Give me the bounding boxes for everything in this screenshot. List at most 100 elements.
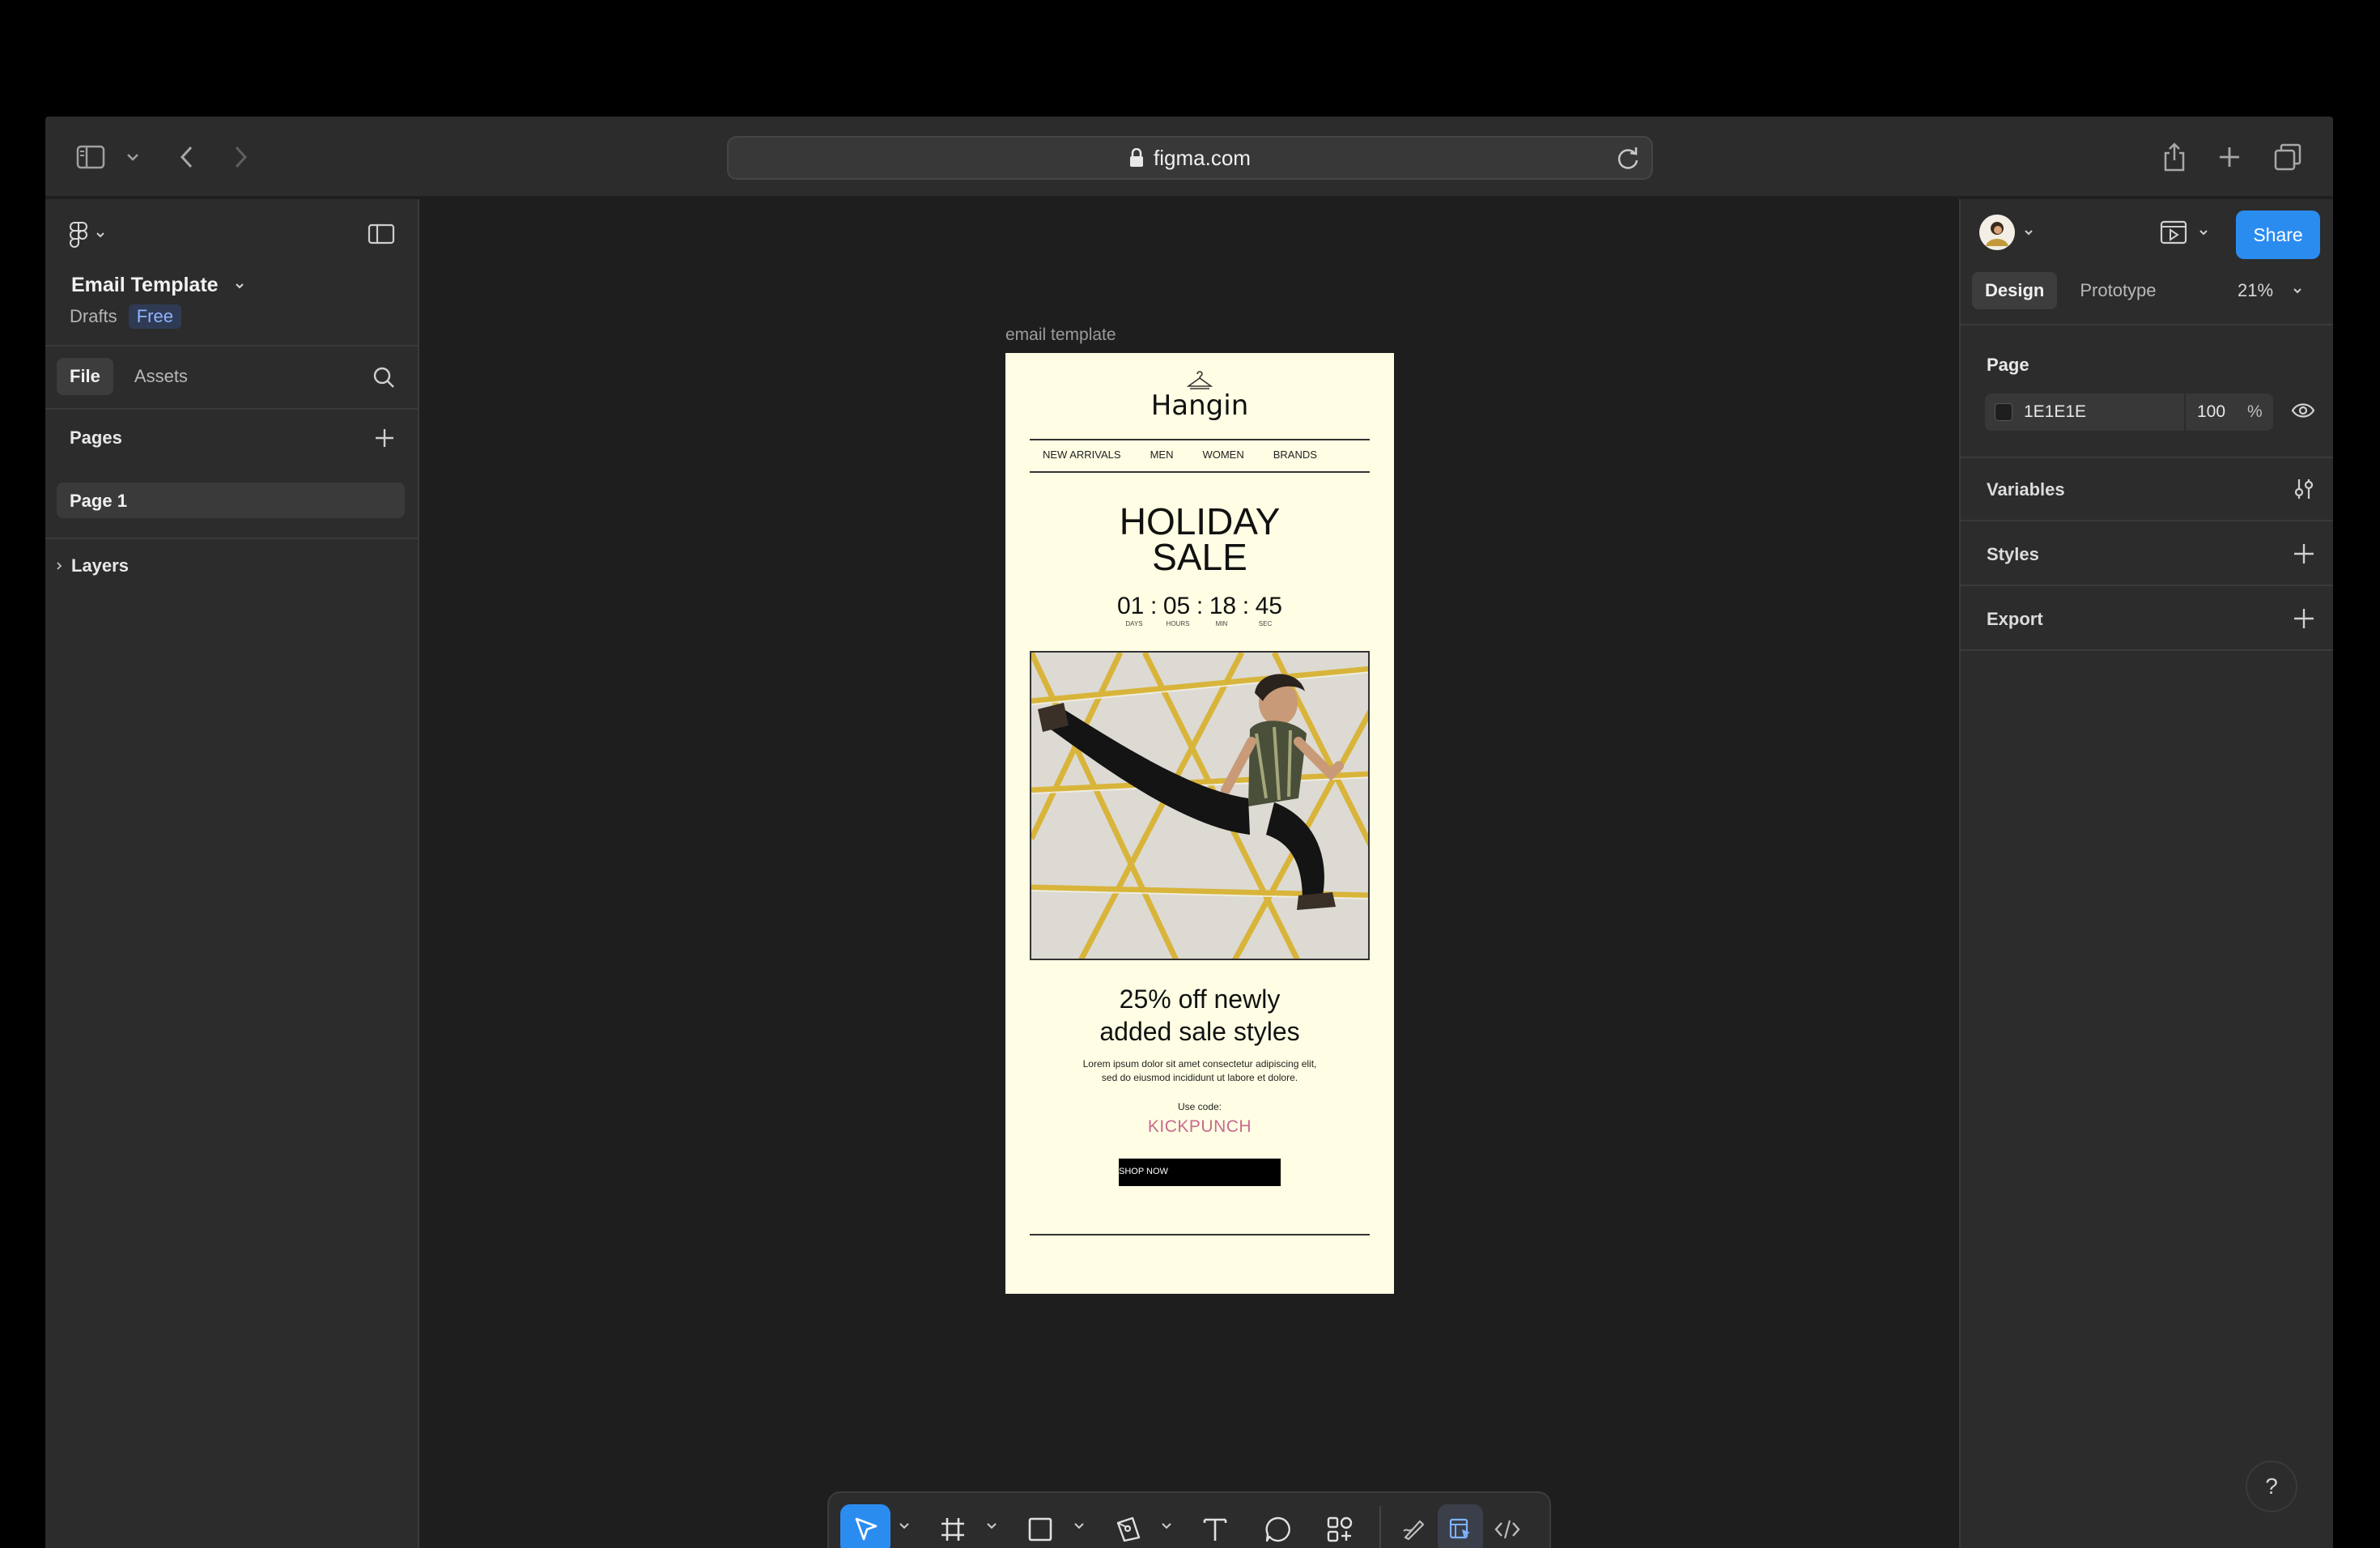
eye-icon[interactable] (2291, 402, 2315, 419)
use-code-label: Use code: (1177, 1101, 1222, 1112)
email-headline: HOLIDAY SALE (1005, 503, 1394, 576)
add-export-icon[interactable] (2291, 606, 2317, 632)
main-menu[interactable] (70, 222, 105, 248)
chevron-down-icon[interactable] (1159, 1519, 1174, 1533)
chevron-down-icon[interactable] (125, 139, 141, 175)
layers-header[interactable]: Layers (55, 555, 129, 576)
toolbar-divider (1379, 1506, 1381, 1548)
countdown-label: MIN (1215, 620, 1228, 627)
share-button[interactable]: Share (2236, 211, 2320, 259)
text-tool-button[interactable] (1190, 1504, 1240, 1548)
body-line: sed do eiusmod incididunt ut labore et d… (1101, 1072, 1298, 1083)
plan-badge: Free (128, 304, 181, 329)
dev-mode-button[interactable] (1485, 1504, 1530, 1548)
countdown-label: HOURS (1166, 620, 1190, 627)
zoom-value: 21% (2238, 280, 2274, 300)
divider (1961, 324, 2333, 325)
tab-assets[interactable]: Assets (121, 358, 201, 395)
page-section-label: Page (1987, 355, 2029, 375)
email-divider (1030, 471, 1370, 473)
offer-line: 25% off newly (1119, 985, 1281, 1014)
export-section[interactable]: Export (1961, 588, 2333, 651)
email-brand: Hangin (1150, 389, 1249, 422)
variables-icon[interactable] (2291, 476, 2317, 502)
dev-mode-icon (1449, 1518, 1470, 1539)
chevron-down-icon (235, 283, 244, 288)
email-nav-item: BRANDS (1273, 449, 1317, 461)
color-swatch[interactable] (1995, 403, 2012, 421)
tabs-icon[interactable] (2273, 139, 2302, 175)
file-location: Drafts Free (70, 304, 181, 329)
rectangle-icon (1028, 1517, 1052, 1542)
body-text: Lorem ipsum dolor sit amet consectetur a… (1054, 1057, 1345, 1085)
add-style-icon[interactable] (2291, 541, 2317, 567)
chevron-down-icon (2025, 230, 2033, 236)
tab-file[interactable]: File (57, 358, 113, 395)
tab-design[interactable]: Design (1972, 272, 2058, 309)
chevron-down-icon[interactable] (1072, 1519, 1086, 1533)
countdown-timer: 01 : 05 : 18 : 45 (1117, 593, 1282, 620)
chevron-right-icon (57, 562, 62, 570)
variables-section[interactable]: Variables (1961, 458, 2333, 521)
left-panel-tabs: File Assets (57, 358, 201, 395)
divider (45, 408, 418, 410)
reload-icon[interactable] (1614, 145, 1642, 172)
chevron-down-icon[interactable] (984, 1519, 999, 1533)
color-hex[interactable]: 1E1E1E (2024, 402, 2086, 422)
draw-icon (1403, 1520, 1425, 1541)
sidebar-icon[interactable] (74, 139, 107, 175)
tab-prototype[interactable]: Prototype (2067, 272, 2169, 309)
forward-icon[interactable] (228, 139, 253, 175)
countdown-label: SEC (1258, 620, 1273, 627)
text-icon (1203, 1518, 1227, 1541)
page-color-field[interactable]: 1E1E1E 100 % (1985, 393, 2273, 431)
toggle-sidebar-icon[interactable] (368, 223, 395, 245)
bottom-toolbar (827, 1491, 1991, 1548)
left-sidebar: Email Template Drafts Free File Assets P… (45, 199, 419, 1548)
avatar (1979, 215, 2015, 250)
opacity-value[interactable]: 100 (2197, 402, 2225, 422)
file-title[interactable]: Email Template (71, 274, 244, 297)
chevron-down-icon[interactable] (897, 1519, 912, 1533)
back-icon[interactable] (175, 139, 199, 175)
email-nav: NEW ARRIVALS MEN WOMEN BRANDS (1043, 449, 1317, 461)
address-bar[interactable]: figma.com (727, 136, 1653, 180)
pen-icon (1116, 1516, 1141, 1542)
shape-tool-button[interactable] (1015, 1504, 1065, 1548)
url-text: figma.com (1154, 145, 1251, 170)
frame-tool-button[interactable] (928, 1504, 978, 1548)
actions-button[interactable] (1315, 1504, 1365, 1548)
styles-section[interactable]: Styles (1961, 523, 2333, 586)
browser-toolbar: figma.com (45, 117, 2333, 198)
code-icon (1494, 1520, 1520, 1539)
comment-icon (1265, 1516, 1290, 1542)
email-frame[interactable]: Hangin NEW ARRIVALS MEN WOMEN BRANDS HOL… (1005, 353, 1394, 1294)
field-divider (2184, 393, 2186, 431)
pen-tool-button[interactable] (1103, 1504, 1153, 1548)
body-line: Lorem ipsum dolor sit amet consectetur a… (1082, 1058, 1317, 1070)
drafts-label[interactable]: Drafts (70, 306, 117, 327)
export-label: Export (1987, 609, 2043, 629)
shop-now-button: SHOP NOW (1119, 1159, 1281, 1186)
share-icon[interactable] (2160, 139, 2189, 175)
user-menu[interactable] (1978, 214, 2034, 251)
design-mode-button[interactable] (1438, 1504, 1483, 1548)
email-nav-item: WOMEN (1202, 449, 1244, 461)
move-tool-button[interactable] (840, 1504, 890, 1548)
canvas[interactable]: email template Hangin NEW ARRIVALS MEN W… (421, 199, 1957, 1548)
help-button[interactable]: ? (2246, 1461, 2297, 1512)
chevron-down-icon (96, 232, 104, 238)
zoom-control[interactable]: 21% (2238, 280, 2302, 301)
add-page-icon[interactable] (374, 427, 395, 449)
countdown-hours: 05 (1162, 593, 1191, 619)
present-menu[interactable] (2160, 220, 2208, 245)
draw-mode-button[interactable] (1391, 1504, 1436, 1548)
frame-label[interactable]: email template (1005, 325, 1116, 345)
plus-icon[interactable] (2215, 139, 2244, 175)
promo-code: KICKPUNCH (1147, 1117, 1252, 1136)
countdown-sep: : (1242, 593, 1250, 619)
comment-tool-button[interactable] (1253, 1504, 1303, 1548)
hero-image (1030, 651, 1370, 960)
search-icon[interactable] (372, 366, 395, 389)
page-item-page-1[interactable]: Page 1 (57, 483, 405, 518)
